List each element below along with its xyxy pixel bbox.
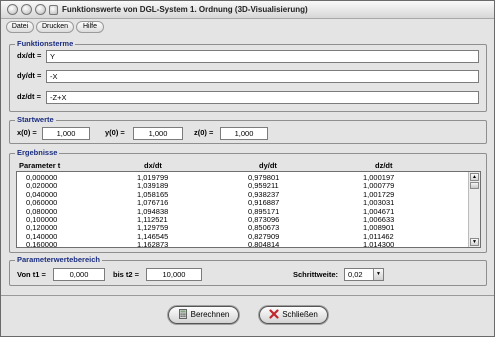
z0-label: z(0) = [194,128,214,137]
bis-t2-input[interactable]: 10,000 [146,268,202,281]
menu-datei[interactable]: Datei [6,21,34,33]
dzdt-label: dz/dt = [17,92,41,101]
close-icon [269,309,279,319]
title-bar: Funktionswerte von DGL-System 1. Ordnung… [1,1,494,19]
schrittweite-value: 0,02 [348,270,363,279]
footer-divider [1,295,494,296]
table-cell: 0,160000 [26,240,58,248]
z0-input[interactable]: 1,000 [220,127,268,140]
window-title: Funktionswerte von DGL-System 1. Ordnung… [62,5,308,14]
schrittweite-label: Schrittweite: [293,270,339,279]
document-icon [49,5,58,15]
table-cell: 1,162873 [137,240,169,248]
dxdt-input[interactable]: Y [46,50,479,63]
scroll-down-button[interactable]: ▼ [470,238,479,246]
menu-hilfe[interactable]: Hilfe [76,21,104,33]
col-header-parameter: Parameter t [19,161,61,170]
col-header-dydt: dy/dt [259,161,277,170]
table-cell: 1,014300 [363,240,395,248]
zoom-window-button[interactable] [35,4,46,15]
results-table[interactable]: 0,000000 1,019799 0,979801 1,000197 0,020000… [16,171,481,248]
ergebnisse-title: Ergebnisse [15,148,60,158]
dydt-label: dy/dt = [17,71,42,80]
x0-label: x(0) = [17,128,37,137]
von-t1-input[interactable]: 0,000 [53,268,105,281]
startwerte-title: Startwerte [15,115,56,125]
von-t1-label: Von t1 = [17,270,46,279]
dydt-input[interactable]: -X [46,70,479,83]
dxdt-label: dx/dt = [17,51,42,60]
berechnen-button[interactable]: Berechnen [168,306,239,324]
menu-drucken[interactable]: Drucken [36,21,74,33]
schliessen-button[interactable]: Schließen [259,306,328,324]
berechnen-label: Berechnen [190,310,230,319]
bis-t2-label: bis t2 = [113,270,140,279]
schliessen-label: Schließen [282,310,318,319]
table-cell: 0,804814 [248,240,280,248]
dzdt-input[interactable]: -Z+X [46,91,479,104]
minimize-window-button[interactable] [21,4,32,15]
parameterwertebereich-title: Parameterwertebereich [15,255,102,265]
y0-input[interactable]: 1,000 [133,127,183,140]
scroll-up-button[interactable]: ▲ [470,173,479,181]
y0-label: y(0) = [105,128,125,137]
col-header-dxdt: dx/dt [144,161,162,170]
x0-input[interactable]: 1,000 [42,127,90,140]
schrittweite-select[interactable]: 0,02 ▼ [344,268,384,281]
scroll-thumb[interactable] [470,182,479,189]
results-scrollbar[interactable]: ▲ ▼ [468,172,480,247]
menu-bar: Datei Drucken Hilfe [1,20,494,34]
close-window-button[interactable] [7,4,18,15]
funktionsterme-title: Funktionsterme [15,39,76,49]
table-row[interactable]: 0,160000 1,162873 0,804814 1,014300 [17,240,467,248]
col-header-dzdt: dz/dt [375,161,393,170]
chevron-down-icon[interactable]: ▼ [373,269,383,280]
app-window: Funktionswerte von DGL-System 1. Ordnung… [0,0,495,337]
calculator-icon [178,309,188,319]
